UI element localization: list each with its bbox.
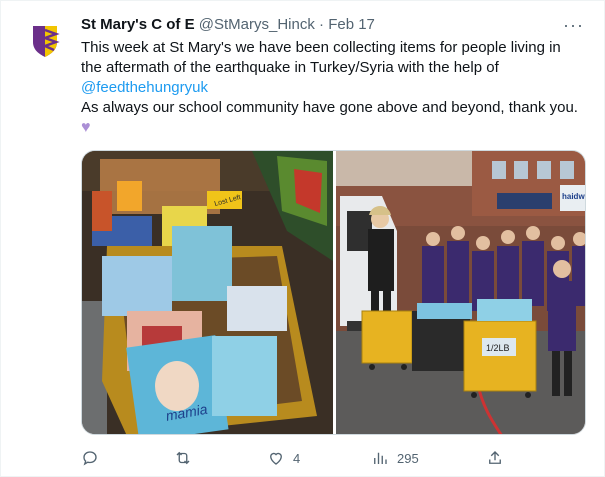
views-count: 295: [397, 450, 419, 466]
mention-link[interactable]: @feedthehungryuk: [81, 79, 208, 96]
author-name[interactable]: St Mary's C of E: [81, 16, 195, 33]
tweet-text: This week at St Mary's we have been coll…: [81, 38, 581, 138]
retweet-button[interactable]: [174, 449, 200, 467]
tweet: St Mary's C of E @StMarys_Hinck · Feb 17…: [0, 0, 605, 477]
action-bar: 4 295: [81, 449, 586, 469]
views-button[interactable]: 295: [371, 449, 419, 467]
like-count: 4: [293, 450, 301, 466]
like-button[interactable]: 4: [267, 449, 300, 467]
school-children-with-bins-photo[interactable]: haidw 1/2LB: [336, 151, 586, 435]
donated-items-bin-photo[interactable]: Lost Left mamia: [82, 151, 333, 435]
separator: ·: [319, 16, 325, 33]
tweet-date[interactable]: Feb 17: [328, 16, 375, 33]
avatar[interactable]: [25, 20, 65, 60]
share-button[interactable]: [486, 449, 504, 467]
views-icon: [374, 452, 387, 464]
shield-logo-icon: [25, 20, 65, 60]
more-icon[interactable]: ···: [563, 15, 584, 36]
retweet-icon: [176, 451, 190, 465]
author-handle[interactable]: @StMarys_Hinck: [199, 16, 315, 33]
like-icon: [270, 452, 282, 465]
purple-heart-icon: ♥: [81, 119, 91, 136]
tweet-text-line2: As always our school community have gone…: [81, 99, 578, 116]
storefront-sign: haidw: [562, 192, 585, 201]
share-icon: [489, 451, 501, 464]
tweet-header: St Mary's C of E @StMarys_Hinck · Feb 17: [81, 15, 375, 35]
media-grid: Lost Left mamia haidw 1/2LB: [81, 150, 586, 435]
reply-icon: [83, 451, 97, 466]
tweet-text-line1: This week at St Mary's we have been coll…: [81, 39, 561, 76]
bin-label: 1/2LB: [486, 343, 510, 353]
reply-button[interactable]: [81, 449, 107, 467]
